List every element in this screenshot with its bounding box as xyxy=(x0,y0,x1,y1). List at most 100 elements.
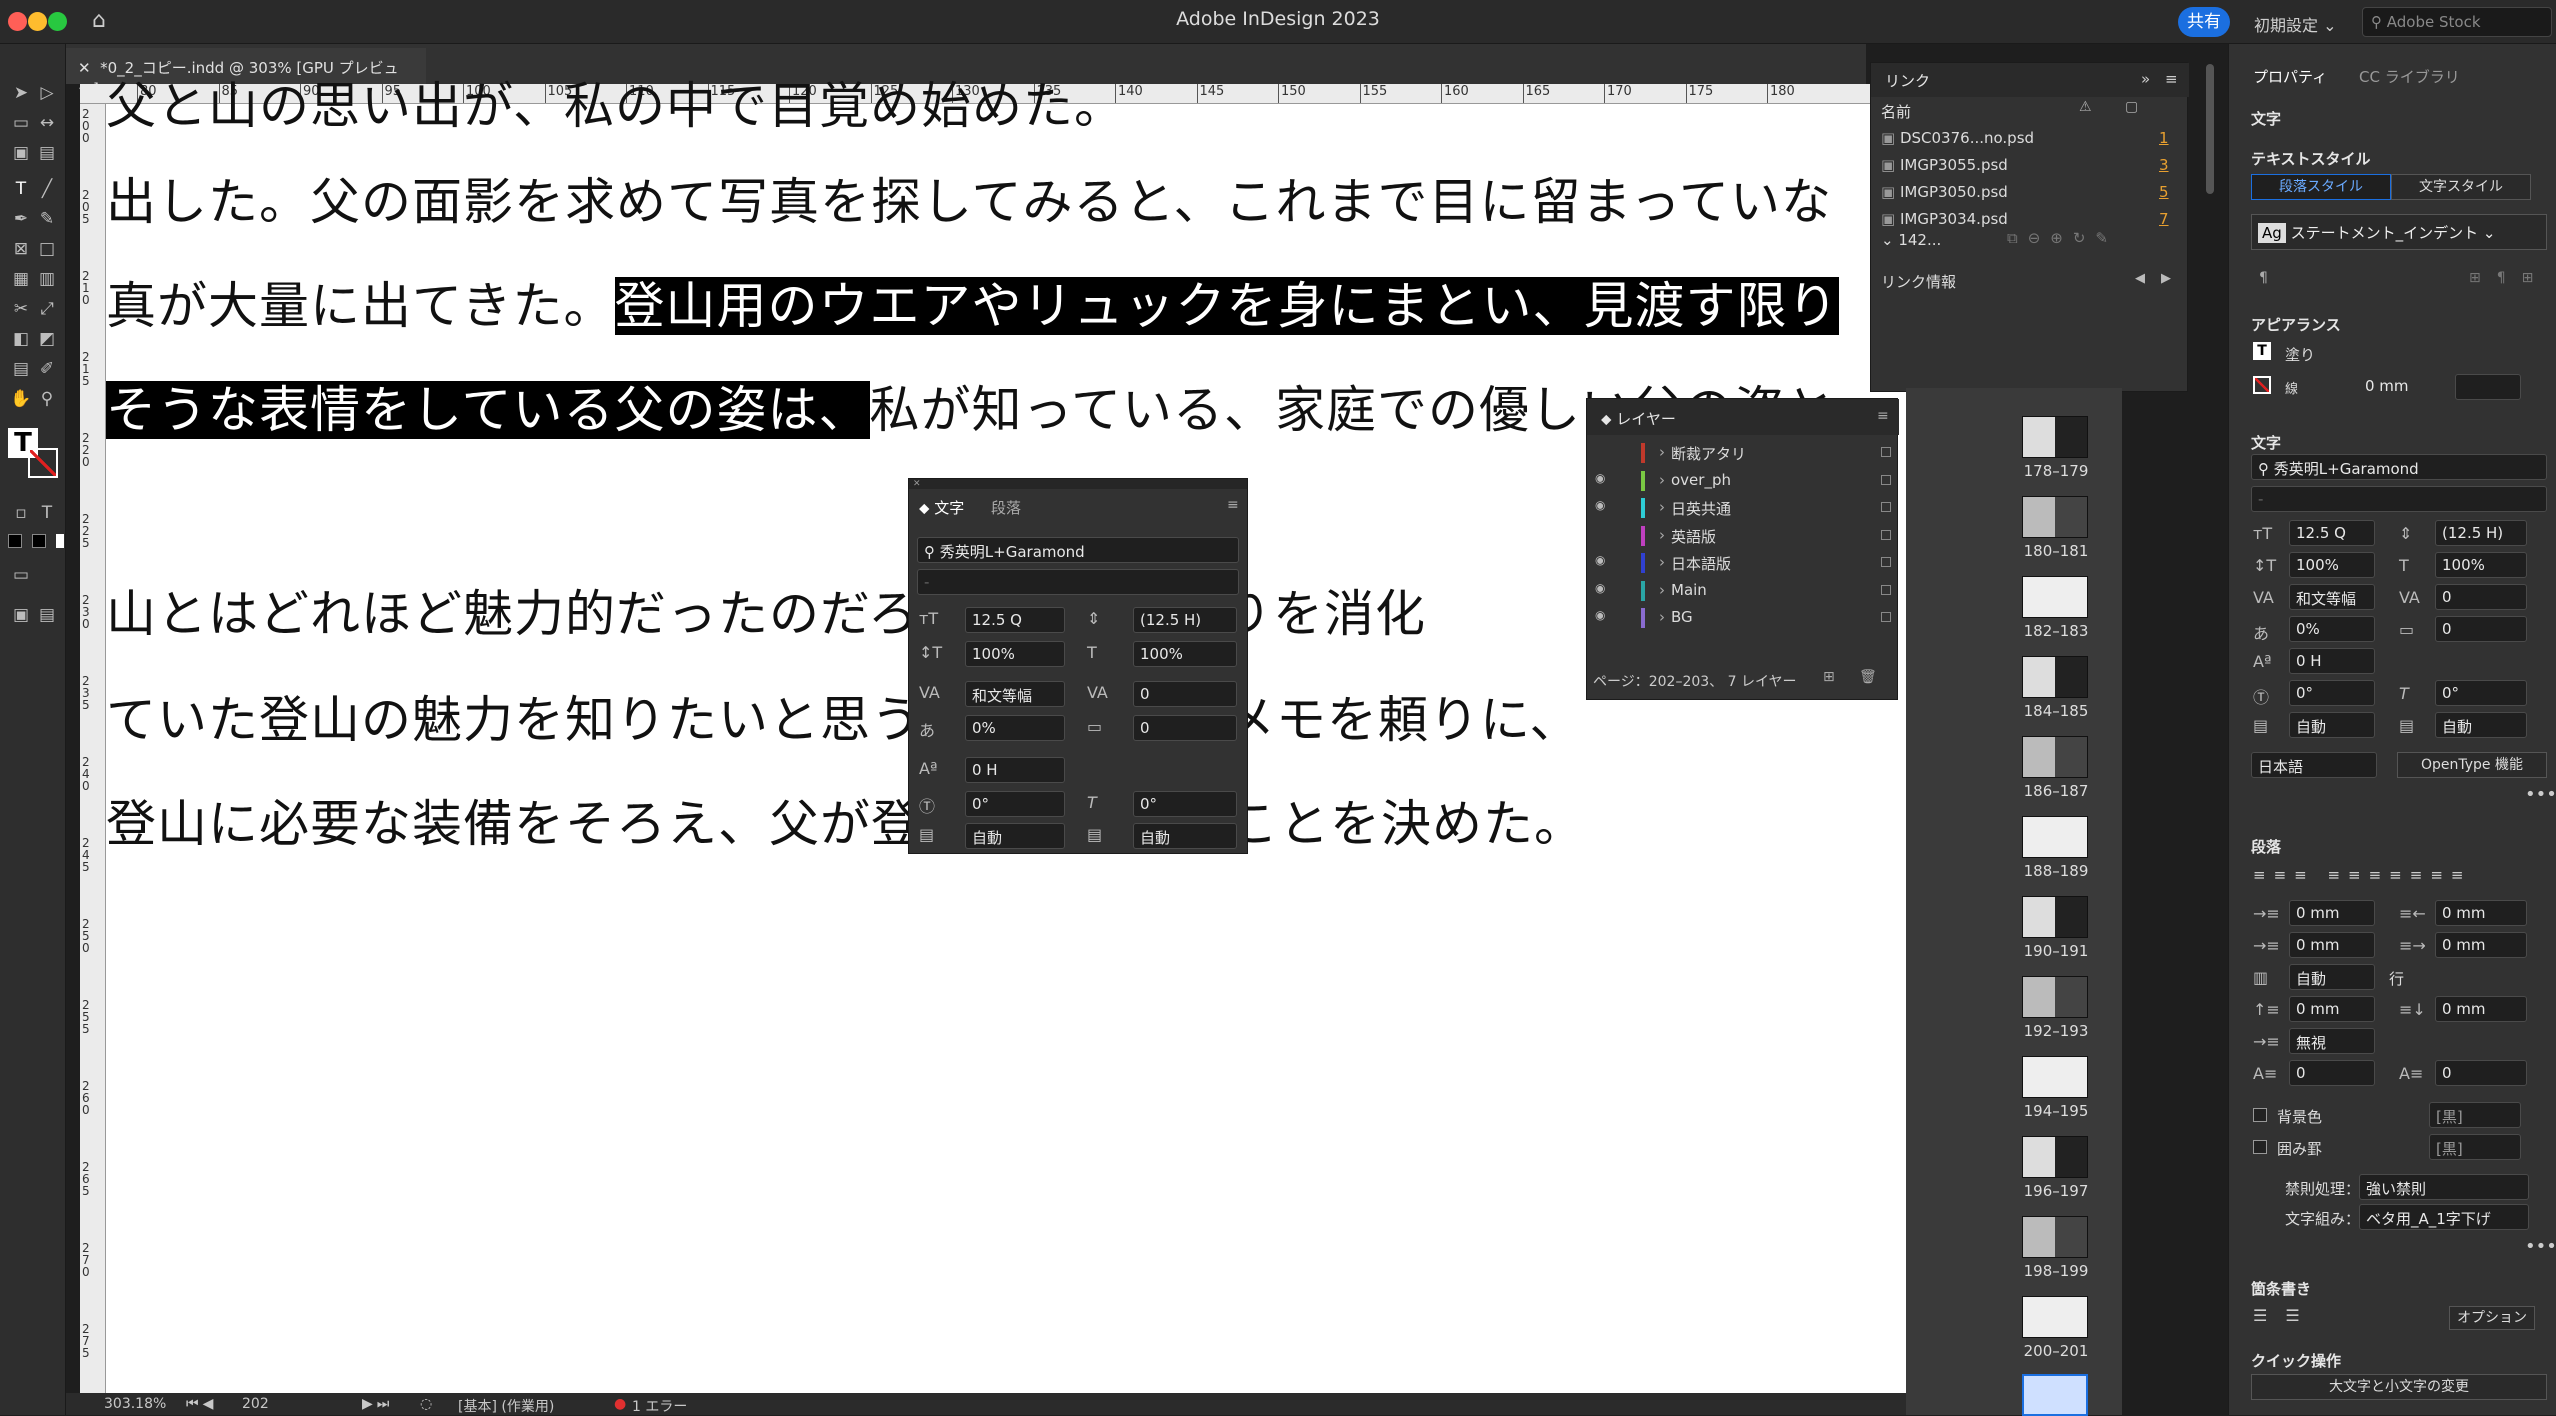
content-placer-icon[interactable]: ▤ xyxy=(36,142,58,164)
paragraph-style-toggle[interactable]: 段落スタイル xyxy=(2251,174,2391,200)
page-nav-next-icon[interactable]: ▶⏭ xyxy=(362,1396,393,1412)
layer-select-box[interactable] xyxy=(1881,502,1891,512)
paragraph-mark-icon[interactable]: ¶ xyxy=(2259,270,2268,286)
alignment-buttons-icon[interactable]: ≡≡≡ ≡≡≡≡≡≡≡ xyxy=(2253,866,2471,884)
aki-field[interactable]: 0 xyxy=(1133,715,1237,741)
delete-layer-icon[interactable]: 🗑 xyxy=(1859,669,1877,685)
scissors-tool-icon[interactable]: ✂ xyxy=(10,298,32,320)
layers-panel-title[interactable]: ⬥ レイヤー xyxy=(1601,408,1676,429)
link-page-number[interactable]: 1 xyxy=(2159,129,2169,147)
prop-vscale-field[interactable]: 100% xyxy=(2289,552,2375,578)
style-dropdown[interactable]: Ag ステートメント_インデント ⌄ xyxy=(2251,214,2547,250)
expand-chevron-icon[interactable]: › xyxy=(1659,553,1665,571)
layer-select-box[interactable] xyxy=(1881,612,1891,622)
style-actions-icon[interactable]: ⊞¶⊞ xyxy=(2469,270,2549,286)
links-name-header[interactable]: 名前 xyxy=(1881,101,1911,122)
stroke-swatch-icon[interactable] xyxy=(28,448,58,478)
expand-panel-icon[interactable]: » xyxy=(2141,70,2150,88)
page-thumbnail[interactable] xyxy=(2022,976,2088,1018)
mojikumi-after-field[interactable]: 自動 xyxy=(1133,823,1237,849)
pencil-tool-icon[interactable]: ✎ xyxy=(36,208,58,230)
visibility-eye-icon[interactable]: ◉ xyxy=(1595,581,1605,595)
page-thumbnail[interactable] xyxy=(2022,896,2088,938)
vertical-scrollbar[interactable] xyxy=(2206,64,2214,194)
layer-row[interactable]: ◉ › BG xyxy=(1587,608,1897,632)
tsume-field[interactable]: 0% xyxy=(965,715,1065,741)
stroke-weight-field[interactable]: 0 mm xyxy=(2359,374,2443,400)
visibility-eye-icon[interactable]: ◉ xyxy=(1595,553,1605,567)
tab-paragraph[interactable]: 段落 xyxy=(991,497,1021,518)
right-indent-field[interactable]: 0 mm xyxy=(2435,900,2527,926)
text-line-4[interactable]: そうな表情をしている父の姿は、私が知っている、家庭での優しい父の姿と xyxy=(106,370,1836,442)
link-page-number[interactable]: 7 xyxy=(2159,210,2169,228)
apply-none-icon[interactable] xyxy=(56,534,64,548)
formatting-text-icon[interactable]: T xyxy=(36,502,58,524)
expand-chevron-icon[interactable]: › xyxy=(1659,498,1665,516)
fill-icon[interactable]: T xyxy=(2253,342,2271,360)
grid-tool-icon[interactable]: ▥ xyxy=(36,268,58,290)
page-thumbnail[interactable] xyxy=(2022,416,2088,458)
formatting-container-icon[interactable]: ▫ xyxy=(10,502,32,524)
gradient-tool-icon[interactable]: ◧ xyxy=(10,328,32,350)
pen-tool-icon[interactable]: ✒ xyxy=(10,208,32,230)
character-style-toggle[interactable]: 文字スタイル xyxy=(2391,174,2531,200)
layer-row[interactable]: › 断裁アタリ xyxy=(1587,443,1897,467)
preflight-profile[interactable]: [基本] (作業用) xyxy=(458,1396,554,1416)
dropcap-lines-field[interactable]: 0 xyxy=(2289,1060,2375,1086)
visibility-eye-icon[interactable]: ◉ xyxy=(1595,471,1605,485)
border-checkbox[interactable] xyxy=(2253,1140,2267,1154)
error-count[interactable]: 1 エラー xyxy=(632,1396,687,1416)
prop-font-size-field[interactable]: 12.5 Q xyxy=(2289,520,2375,546)
stroke-type-dropdown[interactable] xyxy=(2455,374,2521,400)
workspace-switcher[interactable]: 初期設定 ⌄ xyxy=(2254,12,2337,36)
visibility-eye-icon[interactable]: ◉ xyxy=(1595,608,1605,622)
prop-skew-field[interactable]: 0° xyxy=(2435,680,2527,706)
apply-color-icon[interactable] xyxy=(32,534,46,548)
warning-column-icon[interactable]: ⚠ xyxy=(2079,99,2092,115)
link-row[interactable]: ▣ IMGP3050.psd 5 xyxy=(1881,183,2177,201)
links-panel-title[interactable]: リンク xyxy=(1885,70,1930,91)
tab-properties[interactable]: プロパティ xyxy=(2253,66,2327,87)
page-thumbnail[interactable] xyxy=(2022,576,2088,618)
line-tool-icon[interactable]: ╱ xyxy=(36,178,58,200)
mojikumi-before-field[interactable]: 自動 xyxy=(965,823,1065,849)
space-after-field[interactable]: 0 mm xyxy=(2435,996,2527,1022)
links-actions-icon[interactable]: ⧉⊖⊕↻✎ xyxy=(2007,229,2118,247)
text-line-6[interactable]: ていた登山の魅力を知りたいと思う。父の遺したメモを頼りに、 xyxy=(106,680,1581,752)
mojikumi-dropdown[interactable]: ベタ用_A_1字下げ xyxy=(2359,1204,2529,1230)
prop-mojikumi-after-field[interactable]: 自動 xyxy=(2435,712,2527,738)
new-layer-icon[interactable]: ⊞ xyxy=(1823,669,1835,685)
visibility-eye-icon[interactable]: ◉ xyxy=(1595,498,1605,512)
screen-mode-icon[interactable]: ▭ xyxy=(10,564,32,586)
text-line-1[interactable]: 父と山の思い出が、私の中で目覚め始めた。 xyxy=(106,66,1125,138)
stock-search-input[interactable]: ⚲ Adobe Stock xyxy=(2362,7,2552,37)
expand-chevron-icon[interactable]: › xyxy=(1659,443,1665,461)
preview-mode-icon[interactable]: ▤ xyxy=(36,604,58,626)
current-page-thumbnail[interactable] xyxy=(2022,1374,2088,1416)
selected-text[interactable]: そうな表情をしている父の姿は、 xyxy=(106,381,870,439)
selected-text[interactable]: 登山用のウエアやリュックを身にまとい、見渡す限り xyxy=(614,277,1839,335)
prop-tracking-field[interactable]: 0 xyxy=(2435,584,2527,610)
hand-tool-icon[interactable]: ✋ xyxy=(10,388,32,410)
skew-field[interactable]: 0° xyxy=(1133,791,1237,817)
page-thumbnail[interactable] xyxy=(2022,816,2088,858)
vertical-scale-field[interactable]: 100% xyxy=(965,641,1065,667)
expand-chevron-icon[interactable]: › xyxy=(1659,608,1665,626)
layer-row[interactable]: ◉ › over_ph xyxy=(1587,470,1897,495)
kinsoku-dropdown[interactable]: 強い禁則 xyxy=(2359,1174,2529,1200)
page-thumbnail[interactable] xyxy=(2022,656,2088,698)
zoom-level[interactable]: 303.18% xyxy=(104,1396,166,1412)
eyedropper-tool-icon[interactable]: ✐ xyxy=(36,358,58,380)
background-color-checkbox[interactable] xyxy=(2253,1108,2267,1122)
zoom-tool-icon[interactable]: ⚲ xyxy=(36,388,58,410)
page-nav-prev-icon[interactable]: ⏮◀ xyxy=(186,1396,217,1412)
layer-select-box[interactable] xyxy=(1881,447,1891,457)
layer-select-box[interactable] xyxy=(1881,557,1891,567)
prop-font-family-field[interactable]: ⚲ 秀英明L+Garamond xyxy=(2251,454,2547,480)
selection-tool-icon[interactable]: ➤ xyxy=(10,82,32,104)
next-link-icon[interactable]: ▶ xyxy=(2161,271,2171,286)
link-page-number[interactable]: 3 xyxy=(2159,156,2169,174)
grid-align-field[interactable]: 自動 xyxy=(2289,964,2375,990)
align-to-grid-field[interactable]: 無視 xyxy=(2289,1028,2375,1054)
layer-select-box[interactable] xyxy=(1881,584,1891,595)
